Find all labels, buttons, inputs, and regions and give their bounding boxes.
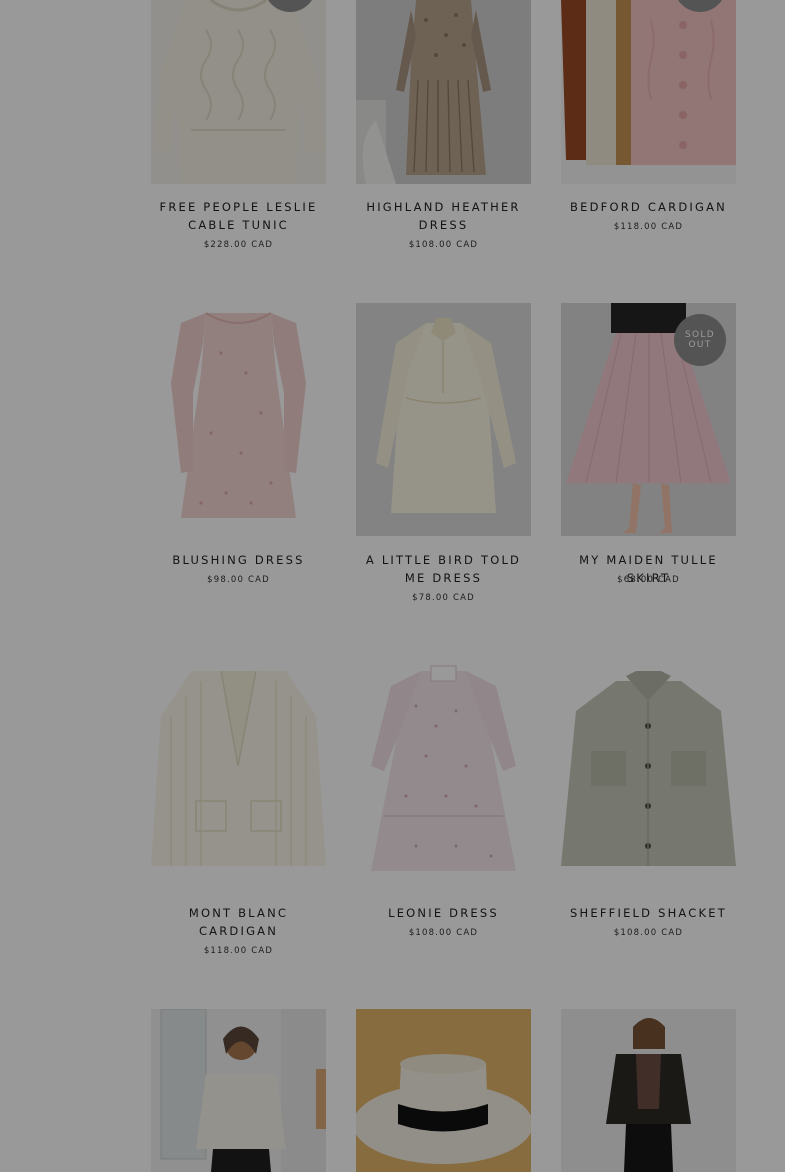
product-price: $108.00 CAD [408,240,479,250]
product-image[interactable] [151,1009,326,1172]
product-image[interactable] [151,303,326,536]
product-price: $68.00 CAD [617,575,680,585]
product-price: $108.00 CAD [408,928,479,938]
badge-text: OUT [688,340,712,350]
product-price: $228.00 CAD [203,240,274,250]
product-card[interactable]: MONT BLANC CARDIGAN $118.00 CAD [151,656,326,966]
product-price: $118.00 CAD [203,946,274,956]
product-image[interactable] [561,656,736,889]
badge-text: SOLD [685,330,715,340]
product-title[interactable]: SHEFFIELD SHACKET [561,904,736,922]
product-image[interactable] [561,1009,736,1172]
product-image[interactable] [151,656,326,889]
product-title[interactable]: FREE PEOPLE LESLIE CABLE TUNIC [151,198,326,234]
product-card[interactable]: LEONIE DRESS $108.00 CAD [356,656,531,956]
product-title[interactable]: LEONIE DRESS [356,904,531,922]
product-card[interactable] [561,1009,736,1172]
product-card[interactable] [356,1009,531,1172]
product-price: $98.00 CAD [207,575,270,585]
product-title[interactable]: BLUSHING DRESS [151,551,326,569]
product-price: $108.00 CAD [613,928,684,938]
product-image[interactable] [356,1009,531,1172]
product-card[interactable]: SHEFFIELD SHACKET $108.00 CAD [561,656,736,956]
product-image[interactable] [356,0,531,184]
product-image[interactable] [151,0,326,184]
product-card[interactable]: SOLD OUT MY MAIDEN TULLE SKIRT $68.00 CA… [561,303,736,603]
product-card[interactable]: A LITTLE BIRD TOLD ME DRESS $78.00 CAD [356,303,531,623]
product-price: $78.00 CAD [412,593,475,603]
product-card[interactable]: SOLD OUT FREE PEOPLE LESLIE CABLE TUNIC … [151,0,326,260]
product-title[interactable]: MONT BLANC CARDIGAN [151,904,326,940]
product-grid: SOLD OUT FREE PEOPLE LESLIE CABLE TUNIC … [0,0,785,1172]
product-title[interactable]: A LITTLE BIRD TOLD ME DRESS [356,551,531,587]
product-card[interactable] [151,1009,326,1172]
product-title[interactable]: HIGHLAND HEATHER DRESS [356,198,531,234]
product-card[interactable]: BLUSHING DRESS $98.00 CAD [151,303,326,603]
product-card[interactable]: HIGHLAND HEATHER DRESS $108.00 CAD [356,0,531,260]
product-image[interactable] [356,303,531,536]
product-price: $118.00 CAD [613,222,684,232]
product-title[interactable]: BEDFORD CARDIGAN [561,198,736,216]
product-image[interactable] [561,0,736,184]
product-card[interactable]: SOLD OUT BEDFORD CARDIGAN $118.00 CAD [561,0,736,260]
sold-out-badge: SOLD OUT [674,314,726,366]
product-image[interactable] [356,656,531,889]
